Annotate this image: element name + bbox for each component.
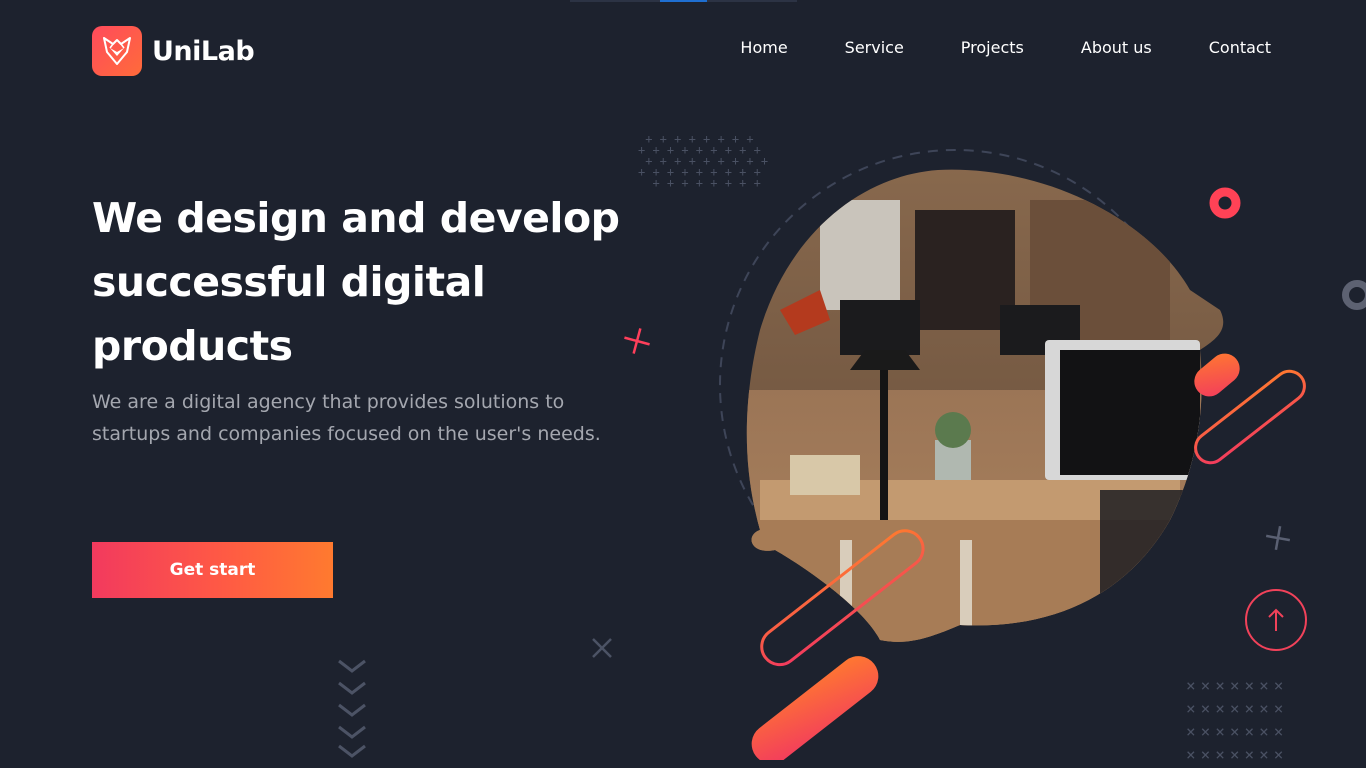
- arrow-up-icon: [1268, 608, 1284, 631]
- office-workspace-photo: [746, 169, 1224, 642]
- nav-about-us[interactable]: About us: [1081, 36, 1152, 60]
- ring-decoration: [1342, 280, 1366, 310]
- nav-contact[interactable]: Contact: [1209, 36, 1271, 60]
- top-divider: [707, 0, 797, 2]
- main-nav: Home Service Projects About us Contact: [740, 36, 1271, 60]
- brand-home-link[interactable]: UniLab: [92, 26, 255, 76]
- fox-logo-icon: [92, 26, 142, 76]
- landing-page: UniLab Home Service Projects About us Co…: [0, 0, 1366, 768]
- nav-home[interactable]: Home: [740, 36, 787, 60]
- brand-name: UniLab: [152, 35, 255, 67]
- top-divider: [570, 0, 660, 2]
- x-decoration-icon: [592, 638, 612, 658]
- scroll-to-top-button[interactable]: [1245, 589, 1307, 651]
- nav-projects[interactable]: Projects: [961, 36, 1024, 60]
- hero-subtitle: We are a digital agency that provides so…: [92, 391, 601, 445]
- plus-decoration-icon: [624, 328, 650, 354]
- hero-title: We design and develop successful digital…: [92, 194, 620, 370]
- hero-illustration: [719, 149, 1306, 760]
- nav-service[interactable]: Service: [845, 36, 904, 60]
- get-start-button[interactable]: Get start: [92, 542, 333, 598]
- top-divider-accent: [660, 0, 707, 2]
- x-pattern-decoration: ××××××× ××××××× ××××××× ×××××××: [1186, 676, 1289, 764]
- chevron-down-stack-icon: [338, 659, 366, 758]
